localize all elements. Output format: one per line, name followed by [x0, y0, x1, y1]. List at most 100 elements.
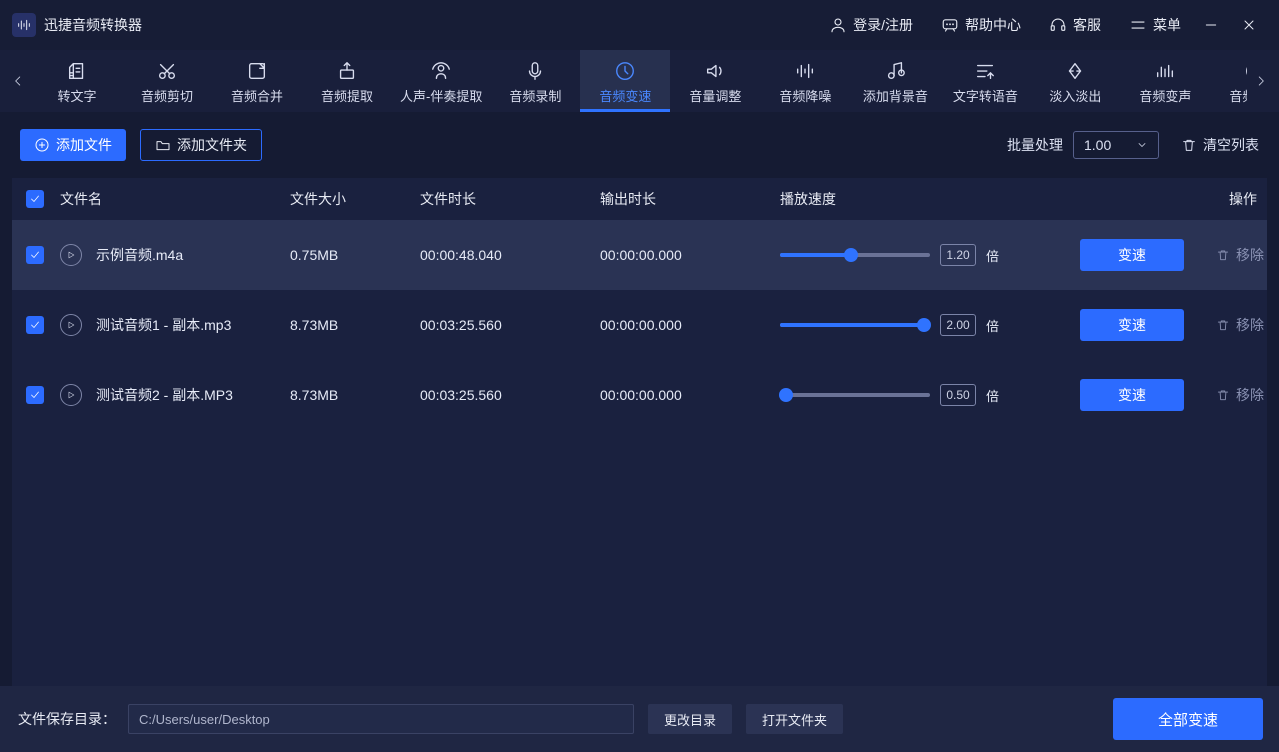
toolbar: 转文字音频剪切音频合并音频提取人声-伴奏提取音频录制音频变速音量调整音频降噪添加…: [0, 50, 1279, 112]
tab-tts[interactable]: 文字转语音: [940, 50, 1030, 112]
output-duration: 00:00:00.000: [600, 387, 780, 403]
speed-slider[interactable]: [780, 323, 930, 327]
change-dir-button[interactable]: 更改目录: [648, 704, 732, 734]
file-duration: 00:03:25.560: [420, 387, 600, 403]
file-duration: 00:00:48.040: [420, 247, 600, 263]
run-all-button[interactable]: 全部变速: [1113, 698, 1263, 740]
remove-button[interactable]: 移除: [1184, 315, 1264, 335]
col-file-name: 文件名: [60, 189, 290, 209]
output-duration: 00:00:00.000: [600, 317, 780, 333]
speed-unit: 倍: [986, 316, 999, 335]
play-button[interactable]: [60, 244, 82, 266]
trim-icon: [156, 60, 178, 82]
row-checkbox[interactable]: [26, 386, 44, 404]
batch-speed-value: 1.00: [1084, 137, 1111, 153]
col-output-duration: 输出时长: [600, 189, 780, 209]
add-folder-button[interactable]: 添加文件夹: [140, 129, 262, 161]
save-path-value: C:/Users/user/Desktop: [139, 712, 270, 727]
speed-unit: 倍: [986, 386, 999, 405]
tab-pitch[interactable]: 音频变声: [1120, 50, 1210, 112]
service-button[interactable]: 客服: [1049, 15, 1101, 35]
speed-unit: 倍: [986, 246, 999, 265]
volume-icon: [704, 60, 726, 82]
table-body: 示例音频.m4a 0.75MB 00:00:48.040 00:00:00.00…: [12, 220, 1267, 430]
file-size: 8.73MB: [290, 317, 420, 333]
speed-icon: [614, 60, 636, 82]
tab-label: 文字转语音: [953, 86, 1018, 105]
play-button[interactable]: [60, 314, 82, 336]
file-size: 8.73MB: [290, 387, 420, 403]
speed-value-input[interactable]: 0.50: [940, 384, 976, 406]
minimize-button[interactable]: [1203, 17, 1219, 33]
speed-value-input[interactable]: 1.20: [940, 244, 976, 266]
save-path-input[interactable]: C:/Users/user/Desktop: [128, 704, 634, 734]
tab-record[interactable]: 音频录制: [490, 50, 580, 112]
col-file-size: 文件大小: [290, 189, 420, 209]
logo-icon: [12, 13, 36, 37]
tab-volume[interactable]: 音量调整: [670, 50, 760, 112]
extract-icon: [336, 60, 358, 82]
speed-value-input[interactable]: 2.00: [940, 314, 976, 336]
file-name: 示例音频.m4a: [96, 245, 183, 265]
tab-label: 音频变速: [599, 86, 651, 105]
trash-icon: [1216, 248, 1230, 262]
col-ops: 操作: [1177, 189, 1257, 209]
table-header: 文件名 文件大小 文件时长 输出时长 播放速度 操作: [12, 178, 1267, 220]
tab-extract[interactable]: 音频提取: [302, 50, 392, 112]
clear-list-button[interactable]: 清空列表: [1181, 135, 1259, 155]
select-all-checkbox[interactable]: [26, 190, 44, 208]
bgm-icon: [884, 60, 906, 82]
footer: 文件保存目录： C:/Users/user/Desktop 更改目录 打开文件夹…: [0, 686, 1279, 752]
command-bar: 添加文件 添加文件夹 批量处理 1.00 清空列表: [0, 112, 1279, 178]
clear-list-label: 清空列表: [1203, 135, 1259, 155]
tab-speed[interactable]: 音频变速: [580, 50, 670, 112]
batch-speed-select[interactable]: 1.00: [1073, 131, 1159, 159]
help-button[interactable]: 帮助中心: [941, 15, 1021, 35]
speed-slider[interactable]: [780, 253, 930, 257]
tab-label: 音频变声: [1139, 86, 1191, 105]
row-checkbox[interactable]: [26, 316, 44, 334]
tab-reverse[interactable]: 音频倒放: [1210, 50, 1247, 112]
menu-button[interactable]: 菜单: [1129, 15, 1181, 35]
remove-label: 移除: [1236, 385, 1264, 405]
trash-icon: [1216, 388, 1230, 402]
add-folder-label: 添加文件夹: [177, 135, 247, 155]
titlebar: 迅捷音频转换器 登录/注册 帮助中心 客服 菜单: [0, 0, 1279, 50]
apply-speed-button[interactable]: 变速: [1080, 379, 1184, 411]
row-checkbox[interactable]: [26, 246, 44, 264]
file-duration: 00:03:25.560: [420, 317, 600, 333]
merge-icon: [246, 60, 268, 82]
output-duration: 00:00:00.000: [600, 247, 780, 263]
tab-bgm[interactable]: 添加背景音: [850, 50, 940, 112]
add-file-button[interactable]: 添加文件: [20, 129, 126, 161]
add-file-label: 添加文件: [56, 135, 112, 155]
remove-button[interactable]: 移除: [1184, 385, 1264, 405]
tab-label: 音频提取: [321, 86, 373, 105]
save-path-label: 文件保存目录：: [18, 709, 116, 729]
fade-icon: [1064, 60, 1086, 82]
table-row: 测试音频2 - 副本.MP3 8.73MB 00:03:25.560 00:00…: [12, 360, 1267, 430]
login-label: 登录/注册: [853, 15, 913, 35]
col-speed: 播放速度: [780, 189, 1080, 209]
tab-merge[interactable]: 音频合并: [212, 50, 302, 112]
play-button[interactable]: [60, 384, 82, 406]
open-folder-button[interactable]: 打开文件夹: [746, 704, 843, 734]
tab-denoise[interactable]: 音频降噪: [760, 50, 850, 112]
remove-button[interactable]: 移除: [1184, 245, 1264, 265]
chevron-down-icon: [1136, 139, 1148, 151]
file-name: 测试音频1 - 副本.mp3: [96, 315, 231, 335]
tab-vocal[interactable]: 人声-伴奏提取: [392, 50, 490, 112]
apply-speed-button[interactable]: 变速: [1080, 309, 1184, 341]
pitch-icon: [1154, 60, 1176, 82]
tab-fade[interactable]: 淡入淡出: [1030, 50, 1120, 112]
tab-to-text[interactable]: 转文字: [32, 50, 122, 112]
apply-speed-button[interactable]: 变速: [1080, 239, 1184, 271]
app-logo: 迅捷音频转换器: [12, 13, 142, 37]
tab-trim[interactable]: 音频剪切: [122, 50, 212, 112]
toolbar-scroll-right[interactable]: [1247, 50, 1275, 112]
login-button[interactable]: 登录/注册: [829, 15, 913, 35]
speed-slider[interactable]: [780, 393, 930, 397]
close-button[interactable]: [1241, 17, 1257, 33]
batch-controls: 批量处理 1.00: [1007, 131, 1159, 159]
toolbar-scroll-left[interactable]: [4, 50, 32, 112]
